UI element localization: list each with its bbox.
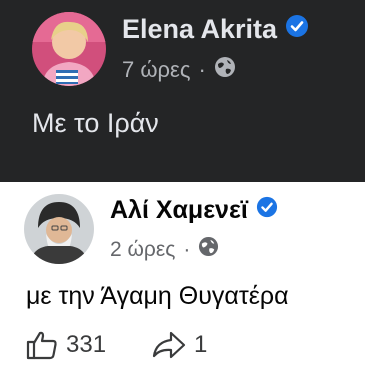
share-button[interactable]: 1 (152, 331, 207, 359)
globe-icon[interactable] (198, 236, 219, 263)
globe-icon[interactable] (214, 56, 236, 84)
post-actions: 331 1 (26, 330, 253, 360)
timestamp[interactable]: 7 ώρες (122, 57, 190, 83)
separator-dot: · (198, 57, 206, 82)
timestamp[interactable]: 2 ώρες (110, 238, 175, 262)
author-name[interactable]: Αλί Χαμενεϊ (110, 196, 278, 225)
verified-badge-icon (285, 14, 309, 45)
post-ali-khamenei: Αλί Χαμενεϊ 2 ώρες · με την Άγαμη Θυγατέ… (0, 182, 365, 376)
like-count: 331 (66, 331, 107, 358)
avatar[interactable] (24, 194, 94, 264)
share-arrow-icon (152, 331, 186, 359)
like-button[interactable]: 331 (26, 330, 106, 360)
post-text: Με το Ιράν (32, 108, 159, 138)
post-elena-akrita: Elena Akrita 7 ώρες · Με το Ιράν (0, 0, 365, 182)
verified-badge-icon (256, 196, 278, 225)
post-text: με την Άγαμη Θυγατέρα (26, 282, 289, 310)
post-meta: 7 ώρες · (122, 56, 236, 84)
thumbs-up-icon (26, 331, 57, 360)
separator-dot: · (183, 237, 191, 261)
post-meta: 2 ώρες · (110, 236, 219, 263)
share-count: 1 (194, 331, 208, 358)
avatar[interactable] (32, 12, 106, 86)
avatar-image (32, 12, 106, 86)
avatar-image (24, 194, 94, 264)
author-name[interactable]: Elena Akrita (122, 14, 309, 45)
